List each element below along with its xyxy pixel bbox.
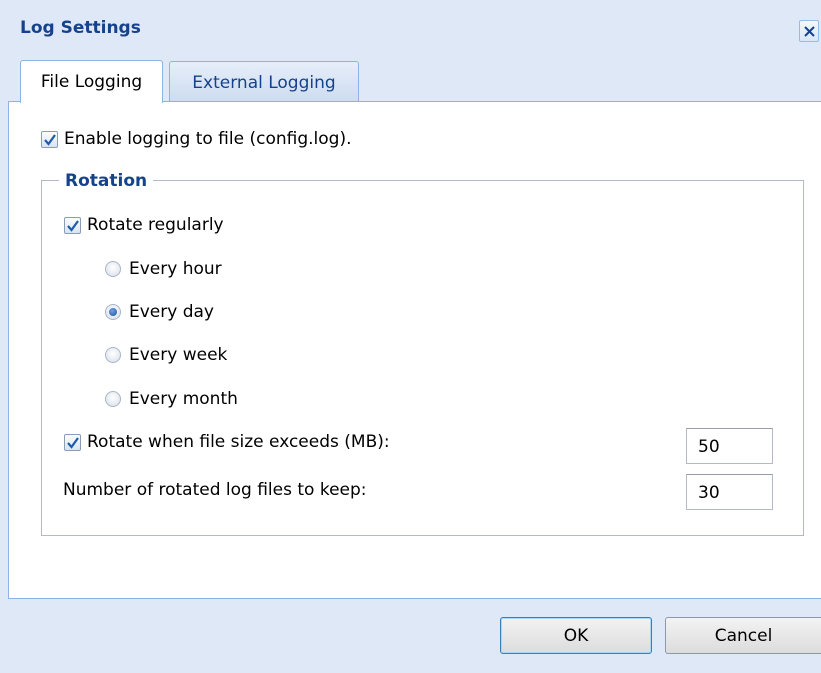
tab-file-logging[interactable]: File Logging [20, 60, 163, 103]
rotate-regularly-row[interactable]: Rotate regularly [64, 212, 224, 238]
interval-option-day[interactable]: Every day [105, 299, 214, 325]
checkmark-icon [67, 219, 79, 232]
every-week-label: Every week [129, 345, 228, 365]
keep-files-input[interactable]: 30 [686, 474, 773, 510]
rotation-legend: Rotation [59, 170, 154, 192]
every-week-radio[interactable] [105, 347, 121, 363]
interval-option-month[interactable]: Every month [105, 386, 238, 412]
keep-files-label: Number of rotated log files to keep: [63, 480, 367, 500]
log-settings-dialog: Log Settings File Logging External Loggi… [0, 0, 821, 673]
interval-option-hour[interactable]: Every hour [105, 256, 222, 282]
interval-option-week[interactable]: Every week [105, 342, 227, 368]
max-size-input[interactable]: 50 [686, 428, 773, 464]
every-day-radio[interactable] [105, 304, 121, 320]
tab-external-logging[interactable]: External Logging [169, 61, 359, 102]
every-hour-label: Every hour [129, 259, 222, 279]
checkmark-icon [44, 133, 56, 146]
rotate-size-row[interactable]: Rotate when file size exceeds (MB): [64, 429, 390, 455]
dialog-title: Log Settings [20, 18, 141, 38]
every-hour-radio[interactable] [105, 261, 121, 277]
enable-logging-row[interactable]: Enable logging to file (config.log). [41, 126, 351, 152]
every-month-radio[interactable] [105, 391, 121, 407]
rotate-size-label: Rotate when file size exceeds (MB): [87, 432, 390, 452]
cancel-button[interactable]: Cancel [665, 617, 821, 654]
ok-button[interactable]: OK [500, 617, 652, 654]
every-month-label: Every month [129, 389, 238, 409]
close-icon [804, 26, 815, 37]
checkmark-icon [67, 436, 79, 449]
title-bar: Log Settings [0, 0, 821, 60]
enable-logging-checkbox[interactable] [41, 130, 58, 148]
rotate-regularly-checkbox[interactable] [64, 216, 81, 234]
keep-files-row: Number of rotated log files to keep: [63, 477, 367, 503]
every-day-label: Every day [129, 302, 214, 322]
rotate-size-checkbox[interactable] [64, 433, 81, 451]
close-button[interactable] [799, 20, 819, 42]
rotate-regularly-label: Rotate regularly [87, 215, 224, 235]
enable-logging-label: Enable logging to file (config.log). [64, 129, 352, 149]
